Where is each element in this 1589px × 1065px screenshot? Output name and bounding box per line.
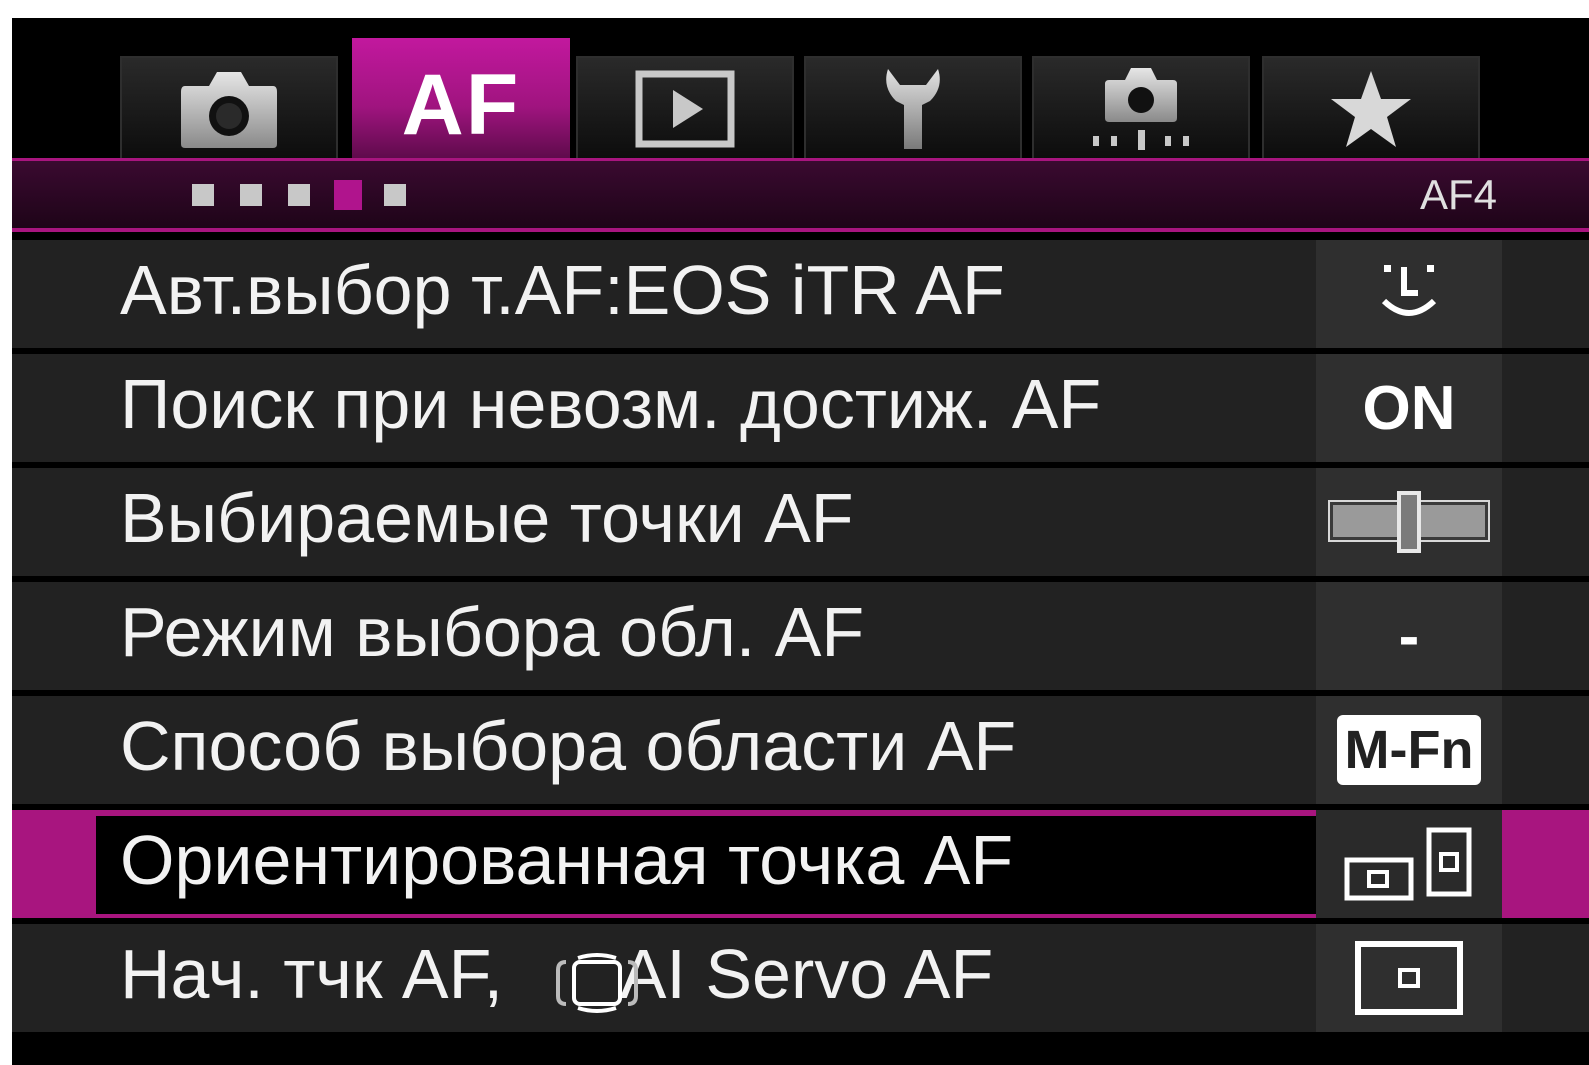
menu-item-value: [1316, 240, 1502, 348]
menu-item-value: -: [1316, 582, 1502, 690]
face-detection-icon: [1381, 265, 1437, 316]
menu-item-value: [1316, 924, 1502, 1032]
star-icon: [1331, 71, 1411, 147]
menu-item-label: Поиск при невозм. достиж. AF: [120, 365, 1102, 443]
camera-menu-screen: AF AF4 Авт.выбор т.AF:EOS iTR AF Поиск п…: [12, 18, 1589, 1065]
menu-item-eos-itr-af[interactable]: Авт.выбор т.AF:EOS iTR AF: [12, 240, 1589, 348]
menu-item-value: M-Fn: [1316, 696, 1502, 804]
menu-item-label: Способ выбора области AF: [120, 707, 1017, 785]
page-id: AF4: [1419, 171, 1497, 218]
tab-shooting[interactable]: [120, 56, 338, 160]
tab-af[interactable]: AF: [352, 38, 570, 162]
tab-custom-functions[interactable]: [1032, 56, 1250, 160]
tab-af-label: AF: [401, 56, 521, 153]
custom-functions-icon: [1093, 68, 1189, 150]
orientation-linked-icon: [1344, 827, 1472, 901]
page-indicator-strip: AF4: [12, 158, 1589, 232]
menu-item-label: Выбираемые точки AF: [120, 479, 854, 557]
menu-item-label: Режим выбора обл. AF: [120, 593, 865, 671]
page-dot-2: [240, 184, 262, 206]
tab-bar: AF: [12, 18, 1589, 162]
page-dot-1: [192, 184, 214, 206]
af-point-frame-icon: [1355, 941, 1463, 1015]
menu-item-value: [1316, 810, 1502, 918]
page-dot-5: [384, 184, 406, 206]
af-points-grid-icon: [1328, 491, 1490, 553]
menu-item-af-area-selection-method[interactable]: Способ выбора области AF M-Fn: [12, 696, 1589, 804]
menu-item-value: [1316, 468, 1502, 576]
af-area-bracket-icon: [556, 953, 638, 1013]
tab-setup[interactable]: [804, 56, 1022, 160]
menu-item-initial-af-point-ai-servo[interactable]: Нач. тчк AF, AI Servo AF: [12, 924, 1589, 1032]
tab-playback[interactable]: [576, 56, 794, 160]
camera-icon: [181, 72, 277, 148]
menu-item-af-area-mode[interactable]: Режим выбора обл. AF -: [12, 582, 1589, 690]
menu-item-value: ON: [1316, 354, 1502, 462]
play-icon: [635, 70, 735, 148]
menu-item-label: Авт.выбор т.AF:EOS iTR AF: [120, 251, 1005, 329]
page-dot-4-active: [334, 180, 362, 210]
m-fn-badge: M-Fn: [1336, 715, 1482, 785]
wrench-icon: [886, 69, 940, 149]
menu-item-selectable-af-points[interactable]: Выбираемые точки AF: [12, 468, 1589, 576]
page-dot-3: [288, 184, 310, 206]
tab-my-menu[interactable]: [1262, 56, 1480, 160]
menu-item-af-search[interactable]: Поиск при невозм. достиж. AF ON: [12, 354, 1589, 462]
menu-item-orientation-linked-af-point[interactable]: Ориентированная точка AF: [12, 810, 1589, 918]
menu-item-label: Ориентированная точка AF: [120, 821, 1014, 899]
